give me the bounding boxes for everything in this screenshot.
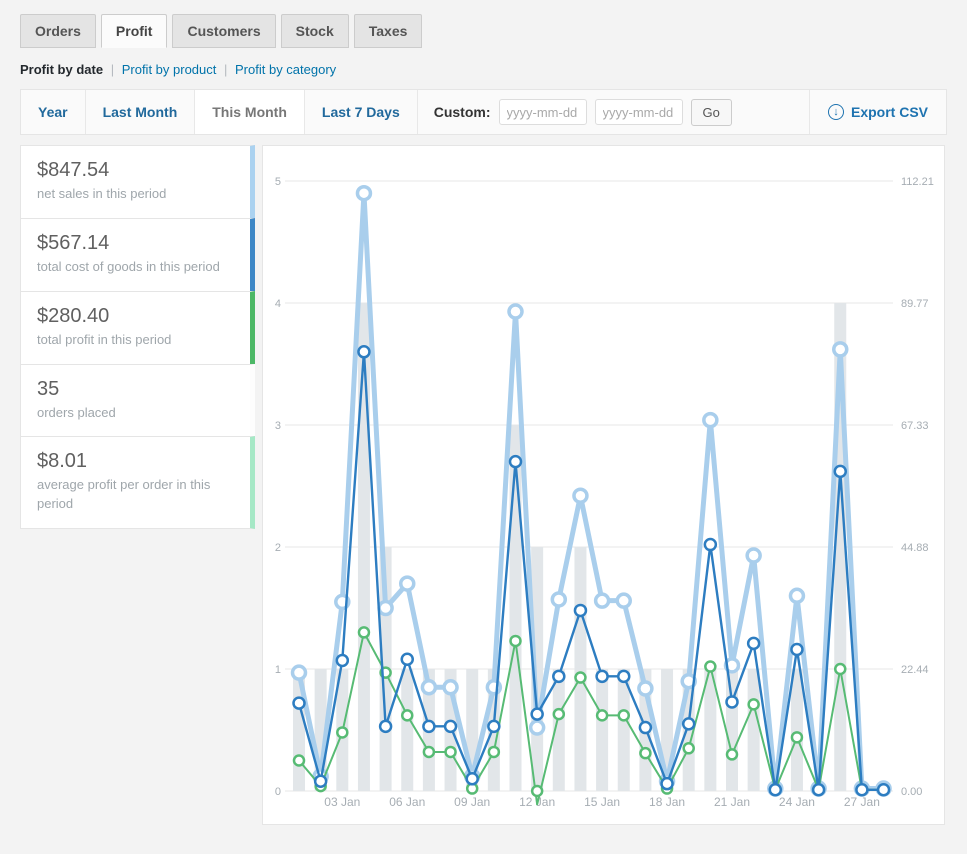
svg-text:67.33: 67.33 xyxy=(901,420,929,432)
svg-text:06 Jan: 06 Jan xyxy=(389,795,425,809)
report-content: $847.54 net sales in this period $567.14… xyxy=(20,145,947,825)
custom-range-label: Custom: xyxy=(434,104,491,120)
svg-text:15 Jan: 15 Jan xyxy=(584,795,620,809)
svg-text:22.44: 22.44 xyxy=(901,664,929,676)
custom-range-section: Custom: Go xyxy=(418,90,809,134)
svg-text:09 Jan: 09 Jan xyxy=(454,795,490,809)
range-last-month[interactable]: Last Month xyxy=(86,90,196,134)
report-subnav: Profit by date | Profit by product | Pro… xyxy=(20,48,947,89)
svg-text:0: 0 xyxy=(275,786,281,798)
range-year[interactable]: Year xyxy=(21,90,86,134)
subnav-separator: | xyxy=(111,62,114,77)
svg-text:24 Jan: 24 Jan xyxy=(779,795,815,809)
profit-report-page: Orders Profit Customers Stock Taxes Prof… xyxy=(0,0,967,825)
profit-by-date-chart: 0 0.00 1 22.44 2 44.88 3 67.33 4 89.77 5 112.21 03 J… xyxy=(263,146,944,824)
svg-text:89.77: 89.77 xyxy=(901,298,929,310)
stat-net-sales[interactable]: $847.54 net sales in this period xyxy=(20,145,255,218)
svg-text:5: 5 xyxy=(275,176,281,188)
tab-orders[interactable]: Orders xyxy=(20,14,96,48)
stat-cost-of-goods[interactable]: $567.14 total cost of goods in this peri… xyxy=(20,218,255,291)
svg-text:112.21: 112.21 xyxy=(901,176,934,188)
date-range-toolbar: Year Last Month This Month Last 7 Days C… xyxy=(20,89,947,135)
stat-value: $8.01 xyxy=(37,450,234,473)
subnav-profit-by-category[interactable]: Profit by category xyxy=(235,62,336,77)
svg-text:18 Jan: 18 Jan xyxy=(649,795,685,809)
tab-customers[interactable]: Customers xyxy=(172,14,275,48)
stats-sidebar: $847.54 net sales in this period $567.14… xyxy=(20,145,255,529)
tab-taxes[interactable]: Taxes xyxy=(354,14,423,48)
svg-text:0.00: 0.00 xyxy=(901,786,922,798)
stat-value: $847.54 xyxy=(37,159,234,182)
date-from-input[interactable] xyxy=(499,99,587,125)
download-icon: ↓ xyxy=(828,104,844,120)
stat-caption: total cost of goods in this period xyxy=(37,258,234,277)
svg-text:44.88: 44.88 xyxy=(901,542,929,554)
stat-caption: orders placed xyxy=(37,404,234,423)
date-to-input[interactable] xyxy=(595,99,683,125)
tab-profit[interactable]: Profit xyxy=(101,14,168,48)
stat-orders-placed[interactable]: 35 orders placed xyxy=(20,364,255,437)
svg-text:4: 4 xyxy=(275,298,281,310)
stat-value: $280.40 xyxy=(37,305,234,328)
svg-text:21 Jan: 21 Jan xyxy=(714,795,750,809)
range-last-7-days[interactable]: Last 7 Days xyxy=(305,90,418,134)
export-csv-button[interactable]: ↓ Export CSV xyxy=(809,90,946,134)
svg-text:3: 3 xyxy=(275,420,281,432)
svg-text:2: 2 xyxy=(275,542,281,554)
svg-text:27 Jan: 27 Jan xyxy=(844,795,880,809)
subnav-profit-by-product[interactable]: Profit by product xyxy=(122,62,217,77)
stat-value: $567.14 xyxy=(37,232,234,255)
tab-stock[interactable]: Stock xyxy=(281,14,349,48)
stat-value: 35 xyxy=(37,378,234,401)
stat-total-profit[interactable]: $280.40 total profit in this period xyxy=(20,291,255,364)
export-csv-label: Export CSV xyxy=(851,104,928,120)
svg-text:1: 1 xyxy=(275,664,281,676)
stat-average-profit[interactable]: $8.01 average profit per order in this p… xyxy=(20,436,255,529)
svg-text:03 Jan: 03 Jan xyxy=(324,795,360,809)
range-this-month[interactable]: This Month xyxy=(195,90,305,134)
stat-caption: net sales in this period xyxy=(37,185,234,204)
stat-caption: total profit in this period xyxy=(37,331,234,350)
stat-caption: average profit per order in this period xyxy=(37,476,234,514)
subnav-separator: | xyxy=(224,62,227,77)
report-tabs: Orders Profit Customers Stock Taxes xyxy=(20,14,947,48)
go-button[interactable]: Go xyxy=(691,99,732,126)
profit-chart-card: 0 0.00 1 22.44 2 44.88 3 67.33 4 89.77 5 112.21 03 J… xyxy=(262,145,945,825)
subnav-profit-by-date: Profit by date xyxy=(20,62,103,77)
